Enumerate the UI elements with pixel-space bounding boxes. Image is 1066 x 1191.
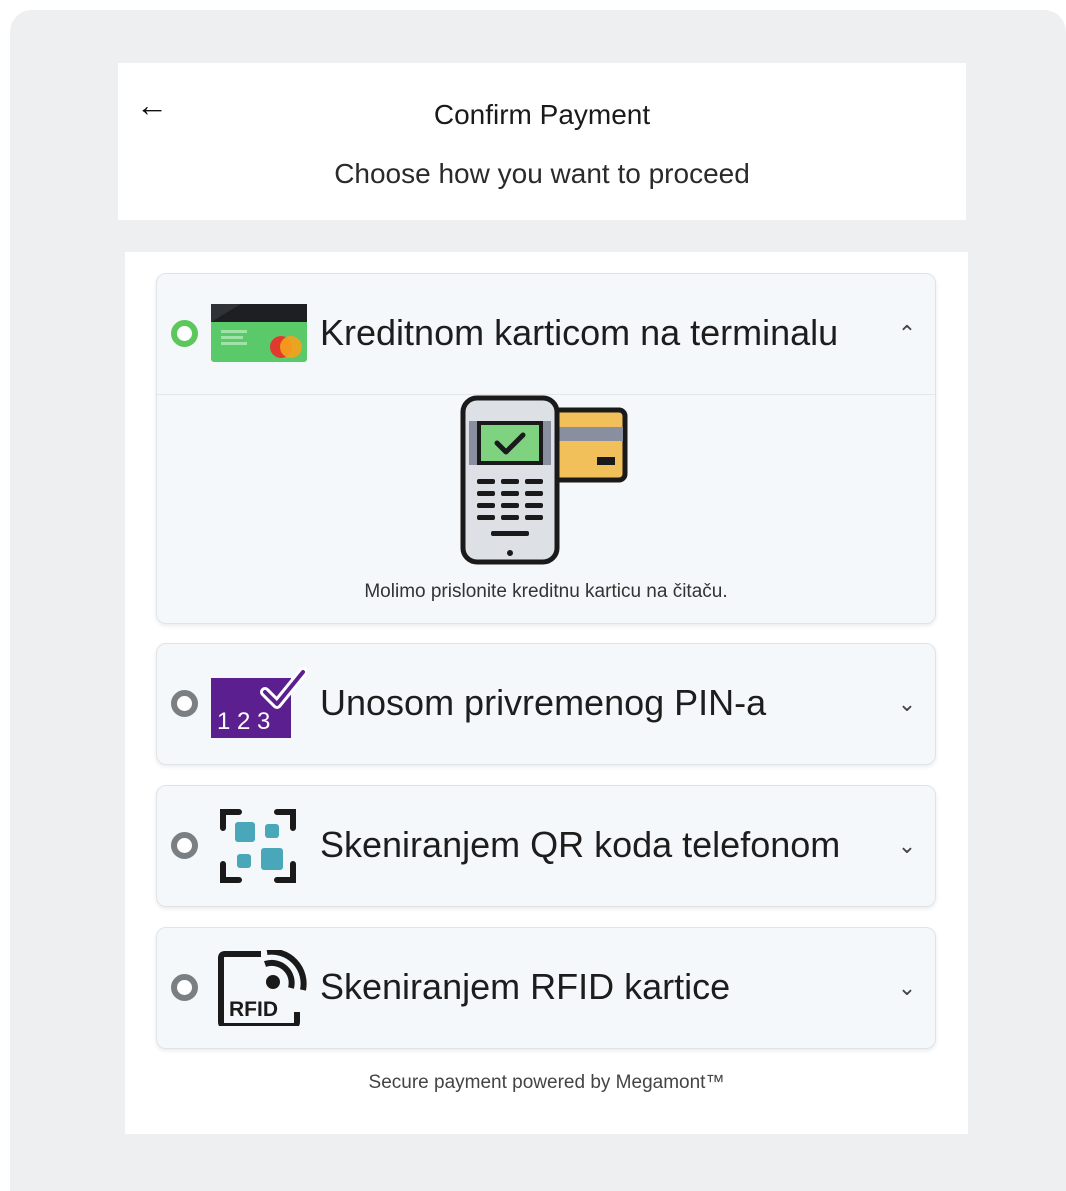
- chevron-down-icon[interactable]: ⌄: [893, 974, 921, 1002]
- radio-unselected[interactable]: [171, 690, 198, 717]
- rfid-icon-text: RFID: [229, 998, 278, 1021]
- payment-option-rfid-header[interactable]: RFID Skeniranjem RFID kartice ⌄: [157, 928, 935, 1048]
- credit-card-icon: [211, 304, 307, 362]
- chevron-down-icon[interactable]: ⌄: [893, 832, 921, 860]
- payment-option-credit-card: Kreditnom karticom na terminalu ⌃ Molimo…: [156, 273, 936, 624]
- page-header: ← Confirm Payment Choose how you want to…: [118, 63, 966, 220]
- pin-code-icon: 1 2 3: [211, 667, 307, 738]
- page-subtitle: Choose how you want to proceed: [334, 158, 750, 189]
- chevron-up-icon[interactable]: ⌃: [893, 320, 921, 348]
- qr-scan-icon: [220, 809, 296, 883]
- pin-icon-text: 1 2 3: [217, 708, 270, 735]
- payment-option-label: Kreditnom karticom na terminalu: [320, 312, 839, 353]
- payment-option-rfid: RFID Skeniranjem RFID kartice ⌄: [156, 927, 936, 1049]
- payment-options-panel: Kreditnom karticom na terminalu ⌃ Molimo…: [125, 252, 968, 1134]
- chevron-down-icon[interactable]: ⌄: [893, 690, 921, 718]
- payment-option-label: Skeniranjem QR koda telefonom: [320, 824, 841, 865]
- payment-option-qr: Skeniranjem QR koda telefonom ⌄: [156, 785, 936, 907]
- payment-option-label: Skeniranjem RFID kartice: [320, 966, 731, 1007]
- radio-unselected[interactable]: [171, 974, 198, 1001]
- card-terminal-icon: [460, 395, 628, 565]
- radio-selected[interactable]: [171, 320, 198, 347]
- payment-option-pin: 1 2 3 Unosom privremenog PIN-a ⌄: [156, 643, 936, 765]
- radio-unselected[interactable]: [171, 832, 198, 859]
- payment-option-hint: Molimo prislonite kreditnu karticu na či…: [364, 581, 728, 602]
- payment-option-label: Unosom privremenog PIN-a: [320, 682, 767, 723]
- page-title: Confirm Payment: [433, 99, 651, 130]
- payment-option-qr-header[interactable]: Skeniranjem QR koda telefonom ⌄: [157, 786, 935, 906]
- rfid-card-icon: RFID: [218, 950, 307, 1026]
- payment-option-credit-card-header[interactable]: Kreditnom karticom na terminalu ⌃: [157, 274, 935, 394]
- footer-text: Secure payment powered by Megamont™: [368, 1072, 725, 1093]
- payment-option-pin-header[interactable]: 1 2 3 Unosom privremenog PIN-a ⌄: [157, 644, 935, 764]
- payment-option-credit-card-body: Molimo prislonite kreditnu karticu na či…: [157, 394, 935, 623]
